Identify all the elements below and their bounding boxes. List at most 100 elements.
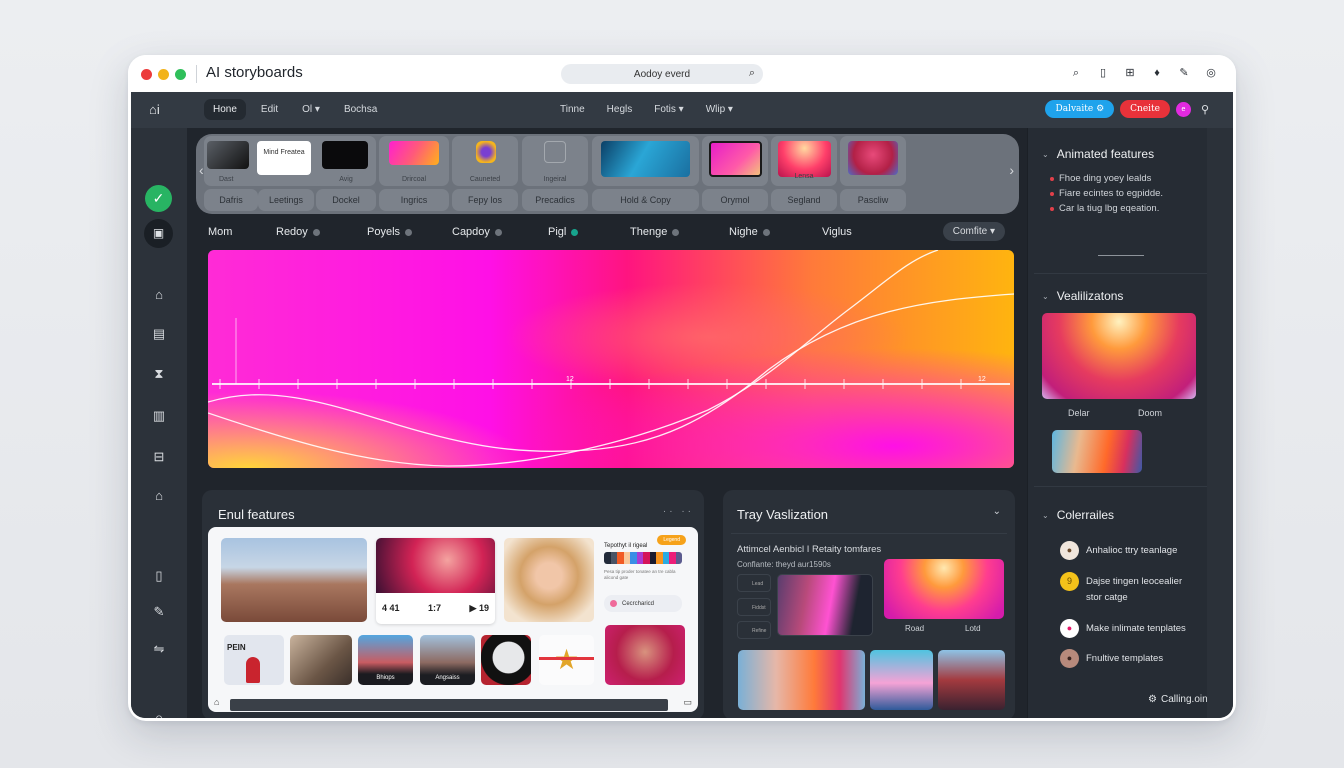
check-icon[interactable]: ✓ xyxy=(145,185,172,212)
viz-list-item[interactable]: Lead xyxy=(737,574,771,592)
caption-tab[interactable]: Orymol xyxy=(702,189,768,211)
tab-poyels[interactable]: Poyels xyxy=(367,226,413,238)
visualization-thumbnail[interactable] xyxy=(1052,430,1142,473)
grid-icon[interactable]: ⊞ xyxy=(1123,66,1137,80)
viz-list-item[interactable]: Refine xyxy=(737,621,771,639)
scroll-right-icon[interactable]: ▭ xyxy=(683,697,692,708)
featured-portrait[interactable] xyxy=(605,625,685,685)
star-card[interactable]: ★ xyxy=(539,635,594,685)
caption-tab[interactable]: Precadics xyxy=(522,189,588,211)
template-tile[interactable] xyxy=(702,136,768,186)
calling-footer[interactable]: ⚙ Calling.oin xyxy=(1148,694,1208,705)
palette-action-button[interactable]: Cecrcharicd xyxy=(604,595,682,612)
nav-item-bochsa[interactable]: Bochsa xyxy=(335,99,386,120)
chevron-down-icon[interactable]: ⌄ xyxy=(993,506,1001,517)
template-tile[interactable]: Cauneted xyxy=(452,136,518,186)
nav-item-edit[interactable]: Edit xyxy=(252,99,287,120)
collaborator-item[interactable]: ● Anhalioc ttry teanlage xyxy=(1060,541,1200,560)
viz-list-item[interactable]: Fiddst xyxy=(737,598,771,616)
visualization-preview[interactable] xyxy=(1042,313,1196,399)
caption-tab[interactable]: Dafris xyxy=(204,189,258,211)
video-card[interactable]: 4 41 1:7 ▶ 19 xyxy=(376,538,495,624)
tab-viglus[interactable]: Viglus xyxy=(822,226,852,238)
collaborator-item[interactable]: ● Fnultive templates xyxy=(1060,649,1200,668)
gallery-image[interactable] xyxy=(738,650,865,710)
collaborator-item[interactable]: ● Make inlimate tenplates xyxy=(1060,619,1200,638)
nav-item-fotis[interactable]: Fotis ▾ xyxy=(645,99,692,120)
collaborators-header[interactable]: ⌄ Colerrailes xyxy=(1042,508,1114,522)
caption-tab[interactable]: Dockel xyxy=(316,189,376,211)
tab-capdoy[interactable]: Capdoy xyxy=(452,226,502,238)
gallery-icon[interactable]: ▤ xyxy=(147,324,171,344)
template-tile[interactable]: Drircoal xyxy=(379,136,449,186)
combo-select[interactable]: Comfite ▾ xyxy=(942,222,1005,241)
couple-image[interactable] xyxy=(290,635,352,685)
caption-tab[interactable]: Leetings xyxy=(258,189,314,211)
primary-action-button[interactable]: Dalvaite ⚙ xyxy=(1045,100,1115,118)
bell-icon[interactable]: ♦ xyxy=(1150,66,1164,80)
viz-hero-image[interactable] xyxy=(884,559,1004,619)
minimize-window-button[interactable] xyxy=(158,69,169,80)
template-tile[interactable] xyxy=(592,136,699,186)
tab-nighe[interactable]: Nighe xyxy=(729,226,770,238)
caption-tab[interactable]: Ingrics xyxy=(379,189,449,211)
caption-tab[interactable]: Segland xyxy=(771,189,837,211)
hourglass-icon[interactable]: ⧗ xyxy=(147,364,171,384)
gallery-image[interactable] xyxy=(870,650,933,710)
search-icon[interactable]: ⌕ xyxy=(1069,66,1083,80)
tools-icon[interactable]: ⚲ xyxy=(1197,103,1213,116)
scroll-track[interactable] xyxy=(230,699,668,711)
user-avatar[interactable]: e xyxy=(1176,101,1191,117)
nav-item-hegls[interactable]: Hegls xyxy=(598,99,642,120)
visualizations-header[interactable]: ⌄ Vealilizatons xyxy=(1042,289,1123,303)
profile-card[interactable] xyxy=(481,635,531,685)
folder-icon[interactable]: ⊟ xyxy=(147,447,171,467)
mountain-card[interactable]: Angsaiss xyxy=(420,635,475,685)
gallery-image[interactable] xyxy=(938,650,1005,710)
landscape-card[interactable]: Bhiops xyxy=(358,635,413,685)
book-icon[interactable]: ▯ xyxy=(1096,66,1110,80)
share-icon[interactable]: ⇋ xyxy=(147,639,171,659)
template-tile[interactable]: Lensa xyxy=(771,136,837,186)
animated-features-header[interactable]: ⌄ Animated features xyxy=(1042,147,1154,161)
tab-redoy[interactable]: Redoy xyxy=(276,226,320,238)
maximize-window-button[interactable] xyxy=(175,69,186,80)
home-icon[interactable]: ⌂ xyxy=(147,285,171,305)
poster-image[interactable]: PEIN xyxy=(224,635,284,685)
viz-preview-image[interactable] xyxy=(777,574,873,636)
player-rewind[interactable]: 4 41 xyxy=(382,603,400,613)
caption-tab[interactable]: Hold & Copy xyxy=(592,189,699,211)
carousel-prev-icon[interactable]: ‹ xyxy=(199,162,204,178)
search-icon[interactable]: ⌕ xyxy=(749,67,755,80)
gallery-active-icon[interactable]: ▣ xyxy=(144,219,173,248)
tab-pigl[interactable]: Pigl xyxy=(548,226,579,238)
close-window-button[interactable] xyxy=(141,69,152,80)
nav-item-ol[interactable]: Ol ▾ xyxy=(293,99,329,120)
nav-item-home[interactable]: Hone xyxy=(204,99,246,120)
scroll-left-icon[interactable]: ⌂ xyxy=(214,697,219,707)
caption-tab[interactable]: Fepy los xyxy=(452,189,518,211)
tab-thenge[interactable]: Thenge xyxy=(630,226,680,238)
template-tile[interactable] xyxy=(840,136,906,186)
settings-icon[interactable]: ◎ xyxy=(1204,66,1218,80)
player-forward[interactable]: ▶ 19 xyxy=(470,603,489,614)
portrait-image[interactable] xyxy=(504,538,594,622)
carousel-next-icon[interactable]: › xyxy=(1009,162,1014,178)
nav-item-time[interactable]: Tinne xyxy=(551,99,594,120)
template-tile[interactable]: Avig xyxy=(316,136,376,186)
more-icon[interactable]: ·· ·· xyxy=(663,506,694,517)
template-tile[interactable]: Ingeiral xyxy=(522,136,588,186)
brush-icon[interactable]: ✎ xyxy=(147,602,171,622)
address-bar[interactable]: Aodoy everd ⌕ xyxy=(561,64,763,84)
mountain-image[interactable] xyxy=(221,538,367,622)
nav-item-wlip[interactable]: Wlip ▾ xyxy=(697,99,742,120)
pen-icon[interactable]: ✎ xyxy=(1177,66,1191,80)
color-palette[interactable] xyxy=(604,552,682,564)
tab-mom[interactable]: Mom xyxy=(208,226,232,238)
timeline-canvas[interactable]: 12 12 xyxy=(208,250,1014,468)
house-icon[interactable]: ⌂ xyxy=(147,486,171,506)
create-button[interactable]: Cneite xyxy=(1120,100,1170,118)
collaborator-item[interactable]: 9 Dajse tingen leocealier stor catge xyxy=(1060,572,1200,606)
library-icon[interactable]: ∩ xyxy=(147,708,171,718)
caption-tab[interactable]: Pascliw xyxy=(840,189,906,211)
